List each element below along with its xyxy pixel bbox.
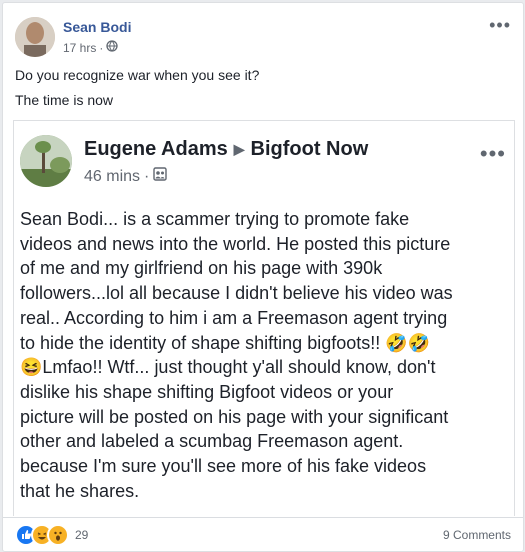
shared-post-text: Sean Bodi... is a scammer trying to prom… [20, 209, 453, 501]
group-icon [153, 167, 168, 186]
shared-timestamp[interactable]: 46 mins [84, 168, 140, 186]
post-text-line-1: Do you recognize war when you see it? [15, 67, 260, 83]
shared-author-name[interactable]: Eugene Adams [84, 138, 228, 161]
post-card: Sean Bodi 17 hrs · ••• Do you recognize … [2, 2, 524, 552]
triangle-right-icon: ▶ [233, 141, 245, 157]
shared-post-meta: 46 mins · [84, 167, 168, 186]
comments-link[interactable]: 9 Comments [443, 528, 511, 542]
globe-icon [106, 40, 119, 55]
reactions-summary[interactable]: 29 [15, 523, 88, 546]
reaction-count[interactable]: 29 [75, 528, 88, 542]
shared-author-line: Eugene Adams ▶ Bigfoot Now [84, 138, 368, 161]
more-options-icon[interactable]: ••• [489, 15, 511, 36]
post-meta: 17 hrs · [63, 40, 119, 55]
wow-icon [47, 523, 69, 546]
post-header: Sean Bodi 17 hrs · ••• [13, 13, 513, 57]
shared-post: Eugene Adams ▶ Bigfoot Now 46 mins · •••… [13, 120, 515, 516]
shared-more-options-icon[interactable]: ••• [480, 141, 506, 167]
shared-author-avatar[interactable] [20, 135, 72, 187]
post-text-line-2: The time is now [15, 92, 114, 108]
post-footer: 29 9 Comments [3, 517, 523, 551]
author-name[interactable]: Sean Bodi [63, 19, 131, 35]
timestamp[interactable]: 17 hrs [63, 41, 96, 55]
author-avatar[interactable] [15, 17, 55, 57]
group-name[interactable]: Bigfoot Now [251, 138, 369, 161]
